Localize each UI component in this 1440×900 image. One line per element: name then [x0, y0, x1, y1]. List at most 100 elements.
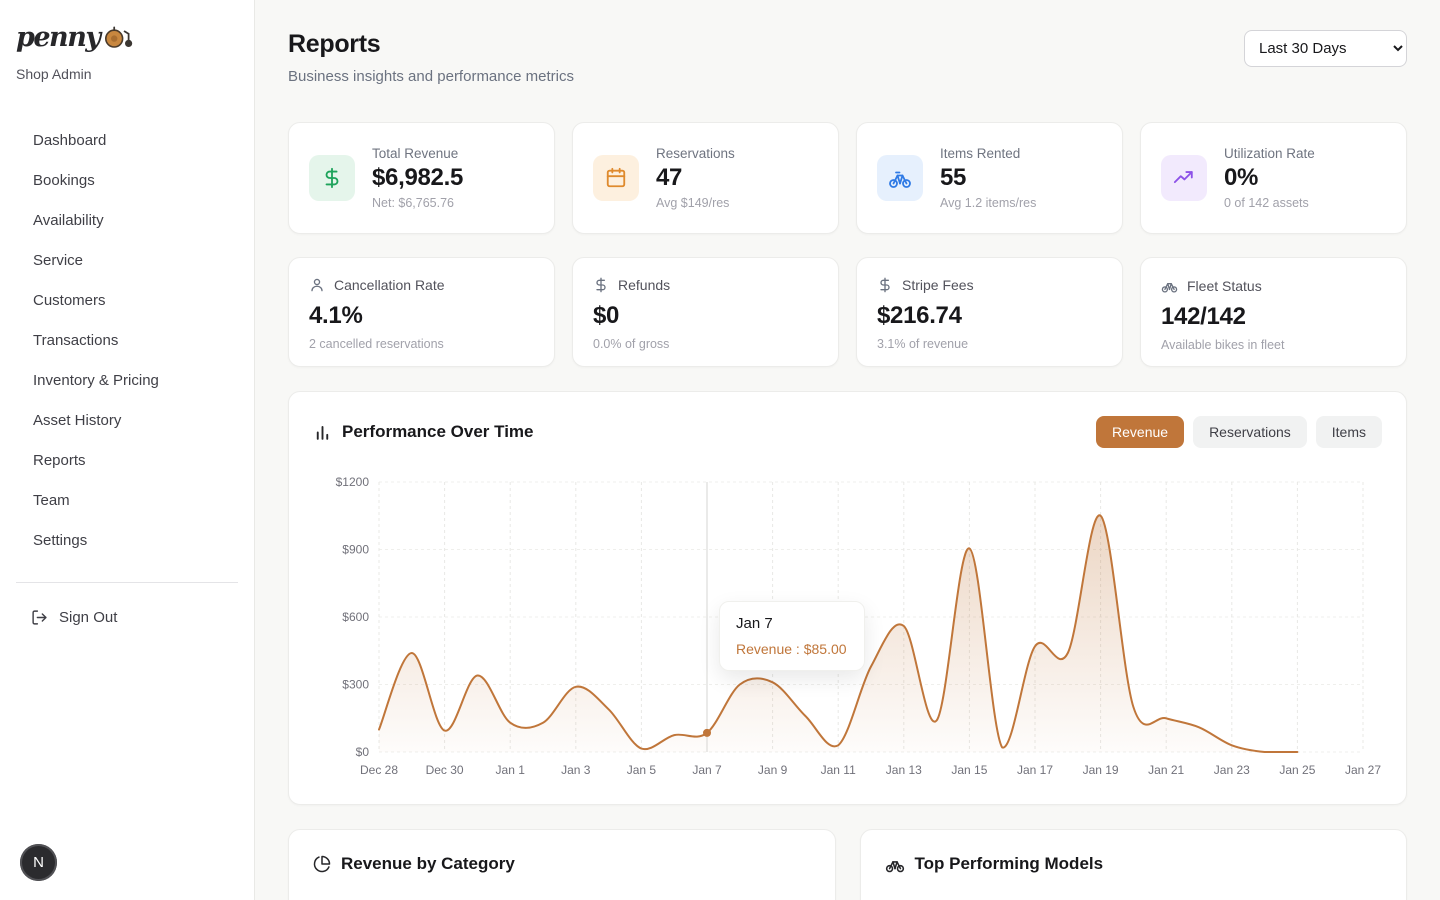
performance-over-time-card: Performance Over Time Revenue Reservatio… [288, 391, 1407, 805]
sidebar-item-team[interactable]: Team [0, 480, 254, 520]
svg-text:Jan 21: Jan 21 [1148, 763, 1184, 777]
svg-text:Jan 5: Jan 5 [627, 763, 657, 777]
chart-series-toggle: Revenue Reservations Items [1096, 416, 1382, 448]
sidebar-item-inventory-pricing[interactable]: Inventory & Pricing [0, 360, 254, 400]
revenue-by-category-card: Revenue by Category [288, 829, 836, 900]
sidebar-item-availability[interactable]: Availability [0, 200, 254, 240]
svg-text:Jan 19: Jan 19 [1083, 763, 1119, 777]
stat-label: Reservations [656, 146, 735, 161]
tab-items[interactable]: Items [1316, 416, 1382, 448]
stat-value: 142/142 [1161, 303, 1386, 331]
svg-text:Jan 27: Jan 27 [1345, 763, 1381, 777]
stat-value: $6,982.5 [372, 164, 463, 192]
secondary-cards-row: Cancellation Rate 4.1% 2 cancelled reser… [288, 257, 1407, 367]
bar-chart-icon [313, 423, 332, 442]
stat-card-stripe-fees: Stripe Fees $216.74 3.1% of revenue [856, 257, 1123, 367]
card-title: Top Performing Models [915, 854, 1104, 874]
stat-value: $0 [593, 302, 818, 330]
bike-icon [1161, 277, 1178, 294]
svg-text:Dec 30: Dec 30 [426, 763, 464, 777]
stat-value: $216.74 [877, 302, 1102, 330]
tooltip-date: Jan 7 [736, 615, 848, 632]
stat-value: 4.1% [309, 302, 534, 330]
avatar-letter: N [33, 854, 44, 871]
stat-sub: 0.0% of gross [593, 337, 818, 351]
sidebar-item-service[interactable]: Service [0, 240, 254, 280]
sign-out-label: Sign Out [59, 609, 117, 626]
tooltip-value: Revenue : $85.00 [736, 641, 848, 657]
bottom-cards-row: Revenue by Category Top Performing Model… [288, 829, 1407, 900]
shop-admin-label: Shop Admin [0, 58, 254, 82]
sidebar-item-asset-history[interactable]: Asset History [0, 400, 254, 440]
pie-chart-icon [313, 855, 331, 873]
svg-text:Jan 11: Jan 11 [821, 763, 856, 777]
chart-title: Performance Over Time [342, 422, 534, 442]
stat-label: Total Revenue [372, 146, 463, 161]
stat-card-items-rented: Items Rented 55 Avg 1.2 items/res [856, 122, 1123, 234]
stat-label: Utilization Rate [1224, 146, 1315, 161]
svg-text:$600: $600 [342, 610, 369, 624]
trending-up-icon [1161, 155, 1207, 201]
date-range-select[interactable]: Last 30 Days [1244, 30, 1407, 67]
stat-sub: 0 of 142 assets [1224, 196, 1315, 210]
svg-text:Jan 23: Jan 23 [1214, 763, 1250, 777]
dollar-icon [877, 277, 893, 293]
top-performing-models-card: Top Performing Models [860, 829, 1408, 900]
svg-text:Jan 9: Jan 9 [758, 763, 788, 777]
tab-revenue[interactable]: Revenue [1096, 416, 1184, 448]
svg-text:Jan 13: Jan 13 [886, 763, 922, 777]
svg-text:Jan 17: Jan 17 [1017, 763, 1053, 777]
sidebar-divider [16, 582, 238, 583]
sidebar-item-transactions[interactable]: Transactions [0, 320, 254, 360]
stat-sub: 2 cancelled reservations [309, 337, 534, 351]
sidebar-nav: Dashboard Bookings Availability Service … [0, 120, 254, 560]
sign-out-button[interactable]: Sign Out [0, 597, 254, 637]
sign-out-icon [31, 609, 48, 626]
sidebar-item-bookings[interactable]: Bookings [0, 160, 254, 200]
stat-cards-row: Total Revenue $6,982.5 Net: $6,765.76 Re… [288, 122, 1407, 234]
svg-text:Jan 25: Jan 25 [1279, 763, 1315, 777]
stat-label: Cancellation Rate [334, 277, 445, 293]
svg-text:$1200: $1200 [336, 475, 370, 489]
sidebar-item-customers[interactable]: Customers [0, 280, 254, 320]
penny-farthing-icon [103, 24, 135, 50]
card-title: Revenue by Category [341, 854, 515, 874]
calendar-icon [593, 155, 639, 201]
svg-text:Jan 7: Jan 7 [692, 763, 722, 777]
page-subtitle: Business insights and performance metric… [288, 68, 574, 85]
svg-text:Jan 3: Jan 3 [561, 763, 591, 777]
dollar-icon [593, 277, 609, 293]
chart-tooltip: Jan 7 Revenue : $85.00 [719, 601, 865, 671]
tab-reservations[interactable]: Reservations [1193, 416, 1307, 448]
stat-card-reservations: Reservations 47 Avg $149/res [572, 122, 839, 234]
sidebar-item-dashboard[interactable]: Dashboard [0, 120, 254, 160]
sidebar: penny Shop Admin Dashboard Bookings Avai… [0, 0, 255, 900]
stat-value: 0% [1224, 164, 1315, 192]
sidebar-item-settings[interactable]: Settings [0, 520, 254, 560]
stat-value: 55 [940, 164, 1036, 192]
bike-icon [885, 854, 905, 874]
app-root: penny Shop Admin Dashboard Bookings Avai… [0, 0, 1440, 900]
stat-sub: Avg $149/res [656, 196, 735, 210]
avatar[interactable]: N [20, 844, 57, 881]
bike-icon [877, 155, 923, 201]
svg-text:Jan 1: Jan 1 [496, 763, 526, 777]
stat-sub: Avg 1.2 items/res [940, 196, 1036, 210]
stat-label: Fleet Status [1187, 278, 1262, 294]
page-header: Reports Business insights and performanc… [288, 30, 1407, 85]
stat-sub: Available bikes in fleet [1161, 338, 1386, 352]
stat-card-utilization-rate: Utilization Rate 0% 0 of 142 assets [1140, 122, 1407, 234]
stat-card-refunds: Refunds $0 0.0% of gross [572, 257, 839, 367]
stat-card-total-revenue: Total Revenue $6,982.5 Net: $6,765.76 [288, 122, 555, 234]
dollar-icon [309, 155, 355, 201]
person-icon [309, 277, 325, 293]
sidebar-item-reports[interactable]: Reports [0, 440, 254, 480]
svg-text:$300: $300 [342, 678, 369, 692]
stat-card-fleet-status: Fleet Status 142/142 Available bikes in … [1140, 257, 1407, 367]
logo-text: penny [16, 22, 100, 53]
stat-card-cancellation-rate: Cancellation Rate 4.1% 2 cancelled reser… [288, 257, 555, 367]
stat-sub: 3.1% of revenue [877, 337, 1102, 351]
stat-sub: Net: $6,765.76 [372, 196, 463, 210]
stat-value: 47 [656, 164, 735, 192]
performance-chart[interactable]: $0$300$600$900$1200Dec 28Dec 30Jan 1Jan … [313, 474, 1382, 784]
